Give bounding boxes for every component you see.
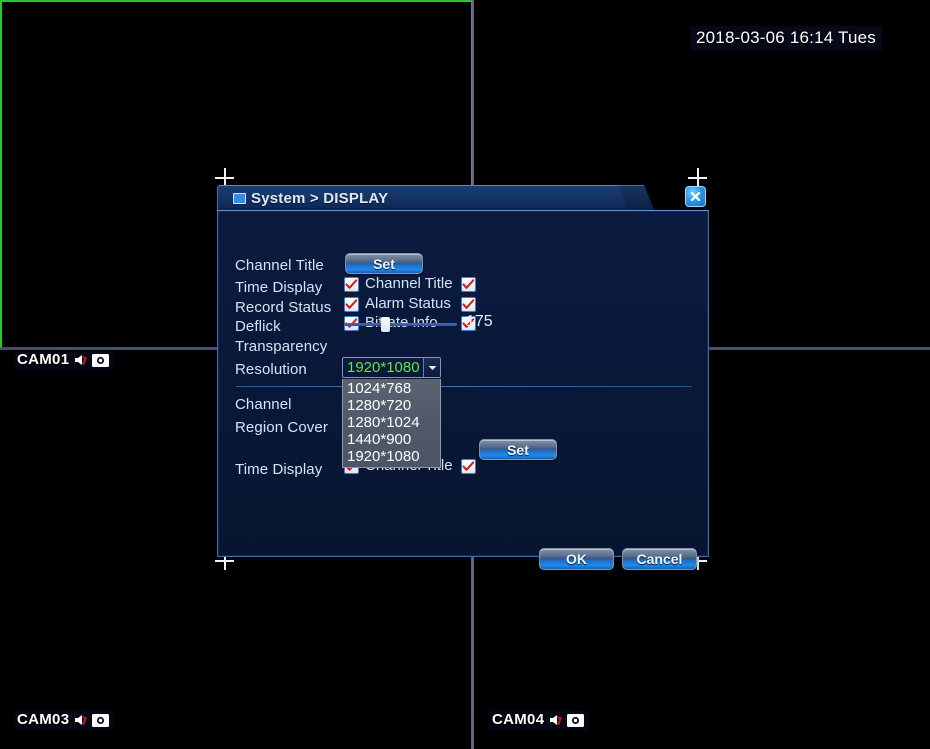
osd-channel-label-cam04: CAM04 (489, 711, 590, 730)
checkbox-channel-title[interactable] (461, 277, 476, 292)
dvr-screen: 2018-03-06 16:14 Tues CAM01 CAM03 CAM04 … (0, 0, 930, 749)
checkbox-channel-title-secondary[interactable] (461, 459, 476, 474)
row-channel: Channel (235, 393, 355, 415)
label-record-status: Record Status (235, 298, 332, 316)
label-time-display: Time Display (235, 278, 323, 296)
slider-thumb[interactable] (381, 317, 390, 332)
section-separator (236, 386, 692, 387)
chevron-down-icon[interactable] (423, 358, 440, 377)
set-time-display-button[interactable]: Set (479, 439, 557, 460)
resolution-option[interactable]: 1280*720 (343, 397, 440, 414)
osd-channel-label-cam01: CAM01 (14, 351, 115, 370)
label-alarm-status-inline: Alarm Status (365, 295, 451, 312)
osd-timestamp: 2018-03-06 16:14 Tues (689, 26, 882, 50)
cancel-button[interactable]: Cancel (622, 548, 697, 570)
dialog-title-group: System > DISPLAY (233, 190, 388, 207)
row-channel-title: Channel Title (235, 254, 355, 276)
ok-button[interactable]: OK (539, 548, 614, 570)
display-settings-dialog: System > DISPLAY Channel Title Set Time … (217, 182, 709, 570)
audio-mute-icon (73, 353, 88, 367)
close-x-icon (689, 190, 702, 203)
row-deflick: Deflick (235, 315, 355, 337)
osd-channel-label-cam03: CAM03 (14, 711, 115, 730)
record-camera-icon (567, 713, 585, 727)
label-region-cover: Region Cover (235, 418, 328, 436)
dialog-body: Channel Title Set Time Display Channel T… (217, 210, 709, 570)
label-deflick: Deflick (235, 317, 281, 335)
resolution-option[interactable]: 1024*768 (343, 380, 440, 397)
resolution-selected-value: 1920*1080 (347, 359, 420, 376)
label-channel: Channel (235, 395, 292, 413)
dialog-title: System > DISPLAY (251, 190, 389, 207)
row-region-cover: Region Cover (235, 416, 355, 438)
transparency-slider[interactable] (344, 314, 457, 334)
record-camera-icon (92, 713, 110, 727)
resolution-dropdown-list[interactable]: 1024*768 1280*720 1280*1024 1440*900 192… (342, 379, 441, 468)
channel-name-cam01: CAM01 (17, 351, 70, 368)
resolution-option[interactable]: 1440*900 (343, 431, 440, 448)
row-transparency: Transparency (235, 335, 355, 357)
row-time-display: Time Display (235, 276, 355, 298)
resolution-option[interactable]: 1280*1024 (343, 414, 440, 431)
label-resolution: Resolution (235, 360, 307, 378)
label-transparency: Transparency (235, 337, 328, 355)
transparency-value: 175 (466, 313, 493, 330)
channel-name-cam04: CAM04 (492, 711, 545, 728)
set-channel-title-button[interactable]: Set (345, 253, 423, 274)
checkbox-time-display[interactable] (344, 277, 359, 292)
label-channel-title: Channel Title (235, 256, 324, 274)
row-resolution: Resolution (235, 358, 355, 380)
channel-name-cam03: CAM03 (17, 711, 70, 728)
checkbox-record-status[interactable] (344, 297, 359, 312)
resolution-option[interactable]: 1920*1080 (343, 448, 440, 465)
slider-track (344, 323, 457, 326)
close-button[interactable] (685, 186, 706, 207)
resolution-dropdown[interactable]: 1920*1080 (342, 357, 441, 378)
checkbox-alarm-status[interactable] (461, 297, 476, 312)
monitor-icon (233, 193, 246, 204)
record-camera-icon (92, 353, 110, 367)
row-time-display-secondary: Time Display (235, 458, 355, 480)
audio-mute-icon (73, 713, 88, 727)
dialog-titlebar[interactable]: System > DISPLAY (217, 182, 709, 212)
label-channel-title-inline: Channel Title (365, 275, 453, 292)
audio-mute-icon (548, 713, 563, 727)
label-time-display-secondary: Time Display (235, 460, 323, 478)
